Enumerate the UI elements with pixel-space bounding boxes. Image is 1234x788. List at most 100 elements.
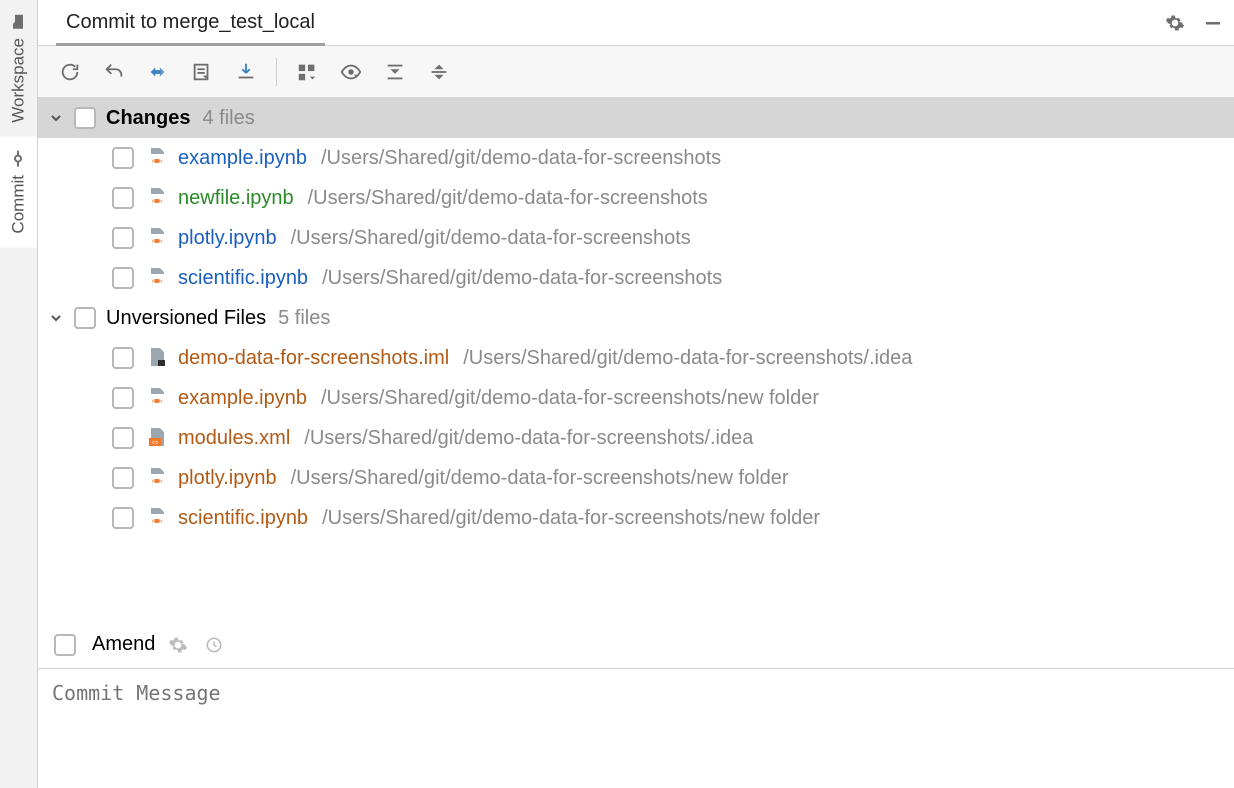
chevron-down-icon[interactable] — [46, 108, 66, 128]
file-type-icon — [146, 386, 170, 410]
commit-message-input[interactable] — [52, 681, 1220, 705]
group-checkbox[interactable] — [74, 307, 96, 329]
svg-text:<>: <> — [151, 441, 159, 447]
file-path: /Users/Shared/git/demo-data-for-screensh… — [308, 187, 708, 210]
changelist-button[interactable] — [182, 52, 222, 92]
group-label: Changes — [106, 107, 190, 130]
file-row[interactable]: <> modules.xml/Users/Shared/git/demo-data… — [38, 418, 1234, 458]
file-type-icon — [146, 466, 170, 490]
file-name: scientific.ipynb — [178, 267, 308, 290]
rollback-button[interactable] — [94, 52, 134, 92]
refresh-icon — [59, 61, 81, 83]
commit-icon — [11, 151, 27, 167]
file-row[interactable]: scientific.ipynb/Users/Shared/git/demo-d… — [38, 258, 1234, 298]
expand-all-button[interactable] — [375, 52, 415, 92]
group-by-button[interactable] — [287, 52, 327, 92]
folder-icon — [11, 14, 27, 30]
file-name: newfile.ipynb — [178, 187, 294, 210]
group-label: Unversioned Files — [106, 307, 266, 330]
commit-options-button[interactable] — [165, 632, 191, 658]
file-type-icon — [146, 346, 170, 370]
chevron-down-icon[interactable] — [46, 308, 66, 328]
file-row[interactable]: scientific.ipynb/Users/Shared/git/demo-d… — [38, 498, 1234, 538]
file-path: /Users/Shared/git/demo-data-for-screensh… — [463, 347, 912, 370]
header-icons — [1162, 10, 1226, 36]
file-path: /Users/Shared/git/demo-data-for-screensh… — [322, 267, 722, 290]
file-checkbox[interactable] — [112, 187, 134, 209]
toolbar — [38, 46, 1234, 98]
file-checkbox[interactable] — [112, 147, 134, 169]
shelve-icon — [235, 61, 257, 83]
gear-icon — [1165, 13, 1185, 33]
file-row[interactable]: plotly.ipynb/Users/Shared/git/demo-data-… — [38, 458, 1234, 498]
file-row[interactable]: newfile.ipynb/Users/Shared/git/demo-data… — [38, 178, 1234, 218]
file-name: modules.xml — [178, 427, 290, 450]
shelve-button[interactable] — [226, 52, 266, 92]
file-type-icon: <> — [146, 426, 170, 450]
file-type-icon — [146, 506, 170, 530]
file-path: /Users/Shared/git/demo-data-for-screensh… — [304, 427, 753, 450]
file-name: plotly.ipynb — [178, 467, 277, 490]
file-type-icon — [146, 266, 170, 290]
file-checkbox[interactable] — [112, 347, 134, 369]
amend-checkbox[interactable] — [54, 634, 76, 656]
file-type-icon — [146, 146, 170, 170]
commit-message-area — [38, 668, 1234, 788]
group-count: 4 files — [202, 107, 254, 130]
group-count: 5 files — [278, 307, 330, 330]
settings-button[interactable] — [1162, 10, 1188, 36]
rail-tab-label: Workspace — [9, 38, 29, 123]
eye-icon — [340, 61, 362, 83]
file-path: /Users/Shared/git/demo-data-for-screensh… — [322, 507, 820, 530]
file-checkbox[interactable] — [112, 267, 134, 289]
file-checkbox[interactable] — [112, 427, 134, 449]
file-row[interactable]: plotly.ipynb/Users/Shared/git/demo-data-… — [38, 218, 1234, 258]
show-diff-button[interactable] — [138, 52, 178, 92]
minimize-icon — [1204, 14, 1222, 32]
history-button[interactable] — [201, 632, 227, 658]
group-checkbox[interactable] — [74, 107, 96, 129]
file-row[interactable]: example.ipynb/Users/Shared/git/demo-data… — [38, 138, 1234, 178]
refresh-button[interactable] — [50, 52, 90, 92]
changelist-icon — [191, 61, 213, 83]
file-checkbox[interactable] — [112, 387, 134, 409]
group-header[interactable]: Unversioned Files 5 files — [38, 298, 1234, 338]
changes-tree[interactable]: Changes 4 files example.ipynb/Users/Shared… — [38, 98, 1234, 620]
file-checkbox[interactable] — [112, 467, 134, 489]
file-path: /Users/Shared/git/demo-data-for-screensh… — [291, 227, 691, 250]
file-row[interactable]: demo-data-for-screenshots.iml/Users/Shar… — [38, 338, 1234, 378]
file-path: /Users/Shared/git/demo-data-for-screensh… — [321, 147, 721, 170]
file-path: /Users/Shared/git/demo-data-for-screensh… — [291, 467, 789, 490]
gear-icon — [168, 635, 188, 655]
toolbar-separator — [276, 58, 277, 86]
rollback-icon — [103, 61, 125, 83]
file-name: scientific.ipynb — [178, 507, 308, 530]
file-type-icon — [146, 226, 170, 250]
rail-tab-workspace[interactable]: Workspace — [0, 0, 37, 137]
rail-tab-commit[interactable]: Commit — [0, 137, 37, 248]
collapse-icon — [428, 61, 450, 83]
amend-bar: Amend — [38, 620, 1234, 668]
file-checkbox[interactable] — [112, 227, 134, 249]
file-name: example.ipynb — [178, 147, 307, 170]
expand-icon — [384, 61, 406, 83]
left-rail: Workspace Commit — [0, 0, 38, 788]
group-header[interactable]: Changes 4 files — [38, 98, 1234, 138]
file-name: plotly.ipynb — [178, 227, 277, 250]
file-name: demo-data-for-screenshots.iml — [178, 347, 449, 370]
file-path: /Users/Shared/git/demo-data-for-screensh… — [321, 387, 819, 410]
file-checkbox[interactable] — [112, 507, 134, 529]
amend-label: Amend — [92, 633, 155, 656]
file-type-icon — [146, 186, 170, 210]
group-icon — [296, 61, 318, 83]
view-options-button[interactable] — [331, 52, 371, 92]
history-icon — [204, 635, 224, 655]
minimize-button[interactable] — [1200, 10, 1226, 36]
main-panel: Commit to merge_test_local — [38, 0, 1234, 788]
collapse-all-button[interactable] — [419, 52, 459, 92]
rail-tab-label: Commit — [9, 175, 29, 234]
panel-header: Commit to merge_test_local — [38, 0, 1234, 46]
diff-icon — [147, 61, 169, 83]
file-name: example.ipynb — [178, 387, 307, 410]
file-row[interactable]: example.ipynb/Users/Shared/git/demo-data… — [38, 378, 1234, 418]
